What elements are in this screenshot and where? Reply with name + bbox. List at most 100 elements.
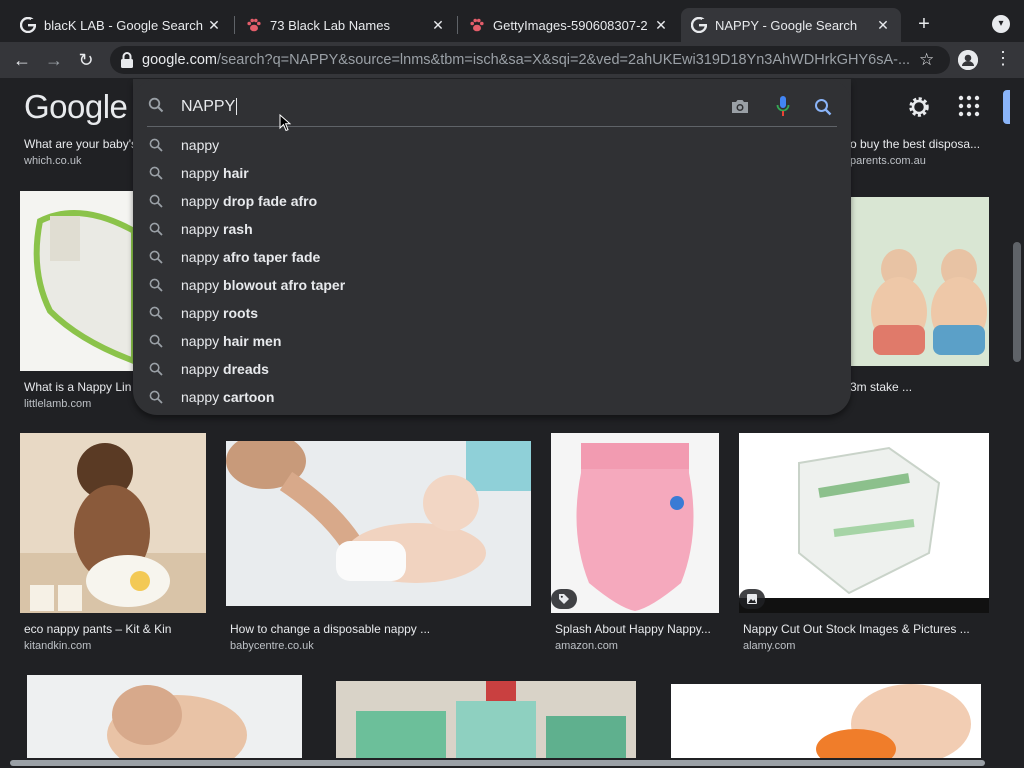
suggestion-text: nappy blowout afro taper (181, 277, 346, 293)
suggestion-text: nappy (181, 137, 220, 153)
search-query: NAPPY (181, 98, 236, 115)
tab-black-lab-names[interactable]: 73 Black Lab Names ✕ (236, 8, 456, 42)
search-submit-icon[interactable] (814, 98, 832, 116)
result-title[interactable]: eco nappy pants – Kit & Kin (24, 622, 210, 636)
suggestion-item[interactable]: nappy blowout afro taper (133, 271, 851, 299)
tab-title: NAPPY - Google Search (715, 17, 858, 33)
suggestion-item[interactable]: nappy (133, 131, 851, 159)
result-image[interactable] (27, 675, 302, 758)
sign-in-button[interactable] (1003, 90, 1010, 124)
forward-button[interactable]: → (42, 48, 66, 72)
search-icon (149, 278, 163, 292)
tab-divider (457, 16, 458, 34)
result-image[interactable] (20, 433, 206, 613)
bookmark-star-icon[interactable]: ☆ (919, 50, 934, 70)
new-tab-button[interactable]: + (912, 12, 936, 36)
suggestion-item[interactable]: nappy roots (133, 299, 851, 327)
suggestion-item[interactable]: nappy afro taper fade (133, 243, 851, 271)
search-box[interactable]: NAPPY (133, 79, 851, 129)
text-caret (236, 98, 238, 116)
google-logo[interactable]: Google (24, 88, 128, 126)
suggestion-item[interactable]: nappy hair (133, 159, 851, 187)
suggestion-text: nappy drop fade afro (181, 193, 318, 209)
suggestion-item[interactable]: nappy hair men (133, 327, 851, 355)
result-source: littlelamb.com (24, 398, 92, 410)
result-image[interactable] (226, 441, 531, 606)
suggestion-text: nappy cartoon (181, 389, 275, 405)
search-icon (149, 250, 163, 264)
tab-search-button[interactable]: ▾ (992, 15, 1010, 33)
suggestion-text: nappy rash (181, 221, 253, 237)
result-source: amazon.com (555, 640, 618, 652)
result-image[interactable] (739, 433, 989, 613)
suggestion-item[interactable]: nappy cartoon (133, 383, 851, 411)
close-icon[interactable]: ✕ (653, 17, 669, 34)
tab-title: 73 Black Lab Names (270, 17, 390, 33)
search-icon (149, 362, 163, 376)
tab-strip: blacK LAB - Google Search ✕ 73 Black Lab… (0, 0, 1024, 42)
horizontal-scrollbar[interactable] (0, 758, 1024, 768)
lock-icon[interactable] (120, 52, 134, 68)
suggestion-item[interactable]: nappy dreads (133, 355, 851, 383)
search-icon (149, 166, 163, 180)
apps-grid-icon[interactable] (958, 95, 980, 117)
result-source: which.co.uk (24, 155, 82, 167)
vertical-scrollbar[interactable] (1010, 78, 1024, 758)
paw-icon (246, 17, 262, 33)
tab-title: GettyImages-590608307-2 (493, 17, 648, 33)
search-icon (148, 97, 164, 113)
suggestion-item[interactable]: nappy rash (133, 215, 851, 243)
suggestion-item[interactable]: nappy drop fade afro (133, 187, 851, 215)
result-title[interactable]: How to change a disposable nappy ... (230, 622, 530, 636)
search-input[interactable]: NAPPY (181, 98, 238, 116)
gear-icon[interactable] (907, 95, 931, 119)
microphone-icon[interactable] (776, 95, 790, 117)
suggestion-text: nappy hair (181, 165, 249, 181)
tab-divider (234, 16, 235, 34)
tab-getty-images[interactable]: GettyImages-590608307-2 ✕ (459, 8, 679, 42)
address-bar[interactable]: google.com/search?q=NAPPY&source=lnms&tb… (110, 46, 950, 74)
profile-avatar[interactable] (958, 50, 978, 70)
suggestion-text: nappy roots (181, 305, 259, 321)
close-icon[interactable]: ✕ (206, 17, 222, 34)
search-icon (149, 222, 163, 236)
url-text[interactable]: google.com/search?q=NAPPY&source=lnms&tb… (142, 52, 912, 68)
tab-black-lab[interactable]: blacK LAB - Google Search ✕ (10, 8, 232, 42)
browser-toolbar: ← → ↻ google.com/search?q=NAPPY&source=l… (0, 42, 1024, 78)
search-icon (149, 138, 163, 152)
url-host: google.com (142, 52, 217, 68)
suggestion-text: nappy hair men (181, 333, 282, 349)
close-icon[interactable]: ✕ (430, 17, 446, 34)
paw-icon (469, 17, 485, 33)
back-button[interactable]: ← (10, 48, 34, 72)
google-g-icon (20, 17, 36, 33)
search-icon (149, 334, 163, 348)
search-icon (149, 390, 163, 404)
result-image[interactable] (20, 191, 134, 371)
result-title[interactable]: Splash About Happy Nappy... (555, 622, 719, 636)
result-image[interactable] (336, 681, 636, 758)
mouse-cursor-icon (279, 113, 292, 132)
close-icon[interactable]: ✕ (875, 17, 891, 34)
tab-title: blacK LAB - Google Search (44, 17, 203, 33)
result-source: parents.com.au (850, 155, 926, 167)
result-title[interactable]: What are your baby's (24, 137, 134, 151)
scrollbar-thumb[interactable] (1013, 242, 1021, 362)
menu-icon[interactable]: ⋮ (994, 48, 1012, 69)
url-path: /search?q=NAPPY&source=lnms&tbm=isch&sa=… (216, 52, 911, 68)
result-title[interactable]: o buy the best disposa... (850, 137, 1000, 151)
camera-icon[interactable] (731, 98, 749, 114)
search-icon (149, 194, 163, 208)
suggestion-text: nappy dreads (181, 361, 269, 377)
reload-button[interactable]: ↻ (74, 48, 98, 72)
result-title[interactable]: What is a Nappy Lin (24, 380, 134, 394)
tab-nappy-search[interactable]: NAPPY - Google Search ✕ (681, 8, 901, 42)
result-title[interactable]: Nappy Cut Out Stock Images & Pictures ..… (743, 622, 989, 636)
scrollbar-thumb[interactable] (10, 760, 985, 766)
tag-icon (551, 589, 577, 609)
result-source: kitandkin.com (24, 640, 92, 652)
result-title[interactable]: 3m stake ... (850, 380, 950, 394)
result-image[interactable] (851, 197, 989, 366)
result-image[interactable] (671, 684, 981, 758)
result-image[interactable] (551, 433, 719, 613)
